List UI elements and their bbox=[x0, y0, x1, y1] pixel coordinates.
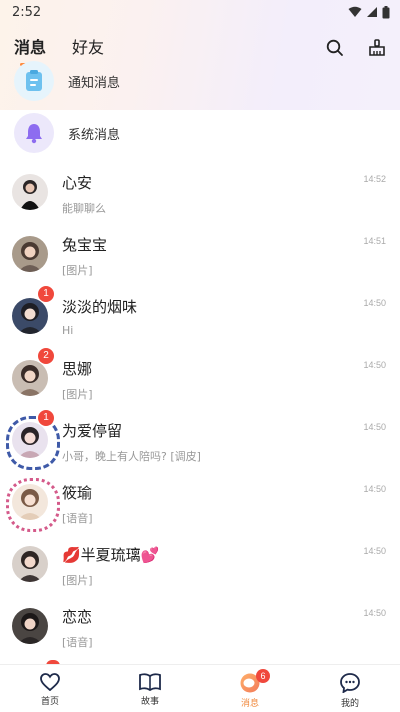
contact-name: 筱瑜 bbox=[62, 484, 93, 502]
wifi-icon bbox=[348, 6, 362, 17]
unread-badge: 1 bbox=[38, 410, 54, 426]
message-list[interactable]: 通知消息 系统消息 心安 能聊聊么 14:52 兔宝宝 [图片] 14:51 1… bbox=[0, 56, 400, 664]
avatar[interactable]: 1 bbox=[6, 410, 60, 470]
avatar[interactable] bbox=[12, 546, 48, 582]
nav-profile-label: 我的 bbox=[340, 699, 359, 709]
smiley-chat-icon bbox=[340, 673, 360, 693]
nav-messages-label: 消息 bbox=[240, 699, 259, 709]
nav-messages[interactable]: 6 消息 bbox=[200, 665, 300, 712]
contact-name: 心安 bbox=[62, 174, 93, 192]
message-time: 14:52 bbox=[363, 174, 386, 184]
chat-row[interactable]: 心安 能聊聊么 14:52 bbox=[0, 160, 400, 222]
message-time: 14:50 bbox=[363, 608, 386, 618]
avatar[interactable] bbox=[12, 236, 48, 272]
avatar[interactable] bbox=[6, 478, 60, 532]
chat-row[interactable]: 恋恋 [语音] 14:50 bbox=[0, 594, 400, 656]
message-preview: 小哥，晚上有人陪吗? [调皮] bbox=[62, 450, 201, 463]
system-label: 系统消息 bbox=[68, 127, 121, 143]
message-time: 14:50 bbox=[363, 546, 386, 556]
system-messages-item[interactable]: 系统消息 bbox=[0, 106, 400, 160]
status-bar: 2:52 bbox=[0, 0, 400, 24]
message-time: 14:50 bbox=[363, 360, 386, 370]
contact-name: 思娜 bbox=[62, 360, 93, 378]
contact-name: 兔宝宝 bbox=[62, 236, 108, 254]
message-time: 14:50 bbox=[363, 422, 386, 432]
avatar[interactable] bbox=[12, 174, 48, 210]
contact-name: 💋半夏琉璃💕 bbox=[62, 546, 160, 564]
signal-icon bbox=[367, 7, 377, 17]
chat-row[interactable]: 1 淡淡的烟味 Hi 14:50 bbox=[0, 284, 400, 346]
nav-stories[interactable]: 故事 bbox=[100, 665, 200, 712]
chat-row[interactable]: 2 思娜 [图片] 14:50 bbox=[0, 346, 400, 408]
message-preview: [语音] bbox=[62, 636, 93, 649]
clear-brush-icon[interactable] bbox=[368, 39, 386, 57]
system-icon-wrap bbox=[14, 113, 54, 153]
heart-icon bbox=[40, 673, 60, 691]
nav-profile[interactable]: 我的 bbox=[300, 665, 400, 712]
chat-row[interactable]: 筱瑜 [语音] 14:50 bbox=[0, 470, 400, 532]
chat-row[interactable]: 💋半夏琉璃💕 [图片] 14:50 bbox=[0, 532, 400, 594]
clipboard-icon bbox=[26, 70, 42, 91]
message-time: 14:51 bbox=[363, 236, 386, 246]
nav-unread-badge: 6 bbox=[256, 669, 270, 683]
message-preview: Hi bbox=[62, 324, 74, 337]
status-time: 2:52 bbox=[12, 4, 42, 20]
contact-name: 淡淡的烟味 bbox=[62, 298, 138, 316]
message-time: 14:50 bbox=[363, 484, 386, 494]
avatar[interactable]: 2 bbox=[12, 348, 54, 396]
contact-name: 为爱停留 bbox=[62, 422, 123, 440]
nav-home[interactable]: 首页 bbox=[0, 665, 100, 712]
nav-home-label: 首页 bbox=[40, 697, 59, 707]
avatar[interactable] bbox=[12, 608, 48, 644]
message-preview: [图片] bbox=[62, 264, 93, 277]
bell-icon bbox=[26, 124, 42, 144]
unread-badge: 2 bbox=[38, 348, 54, 364]
chat-row[interactable]: 兔宝宝 [图片] 14:51 bbox=[0, 222, 400, 284]
avatar[interactable]: 1 bbox=[12, 286, 54, 334]
bottom-nav: 首页 故事 6 消息 我的 bbox=[0, 664, 400, 712]
message-preview: 能聊聊么 bbox=[62, 202, 106, 215]
notification-messages-item[interactable]: 通知消息 bbox=[0, 56, 400, 106]
contact-name: 恋恋 bbox=[62, 608, 93, 626]
message-preview: [语音] bbox=[62, 512, 93, 525]
message-preview: [图片] bbox=[62, 574, 93, 587]
message-time: 14:50 bbox=[363, 298, 386, 308]
message-preview: [图片] bbox=[62, 388, 93, 401]
battery-icon bbox=[382, 5, 390, 18]
chat-row[interactable]: 1 为爱停留 小哥，晚上有人陪吗? [调皮] 14:50 bbox=[0, 408, 400, 470]
header-actions bbox=[326, 39, 386, 57]
notification-label: 通知消息 bbox=[68, 75, 121, 91]
unread-badge: 1 bbox=[38, 286, 54, 302]
status-icons bbox=[348, 5, 390, 19]
search-icon[interactable] bbox=[326, 39, 344, 57]
nav-stories-label: 故事 bbox=[140, 697, 159, 707]
notification-icon-wrap bbox=[14, 61, 54, 101]
book-icon bbox=[139, 673, 161, 691]
